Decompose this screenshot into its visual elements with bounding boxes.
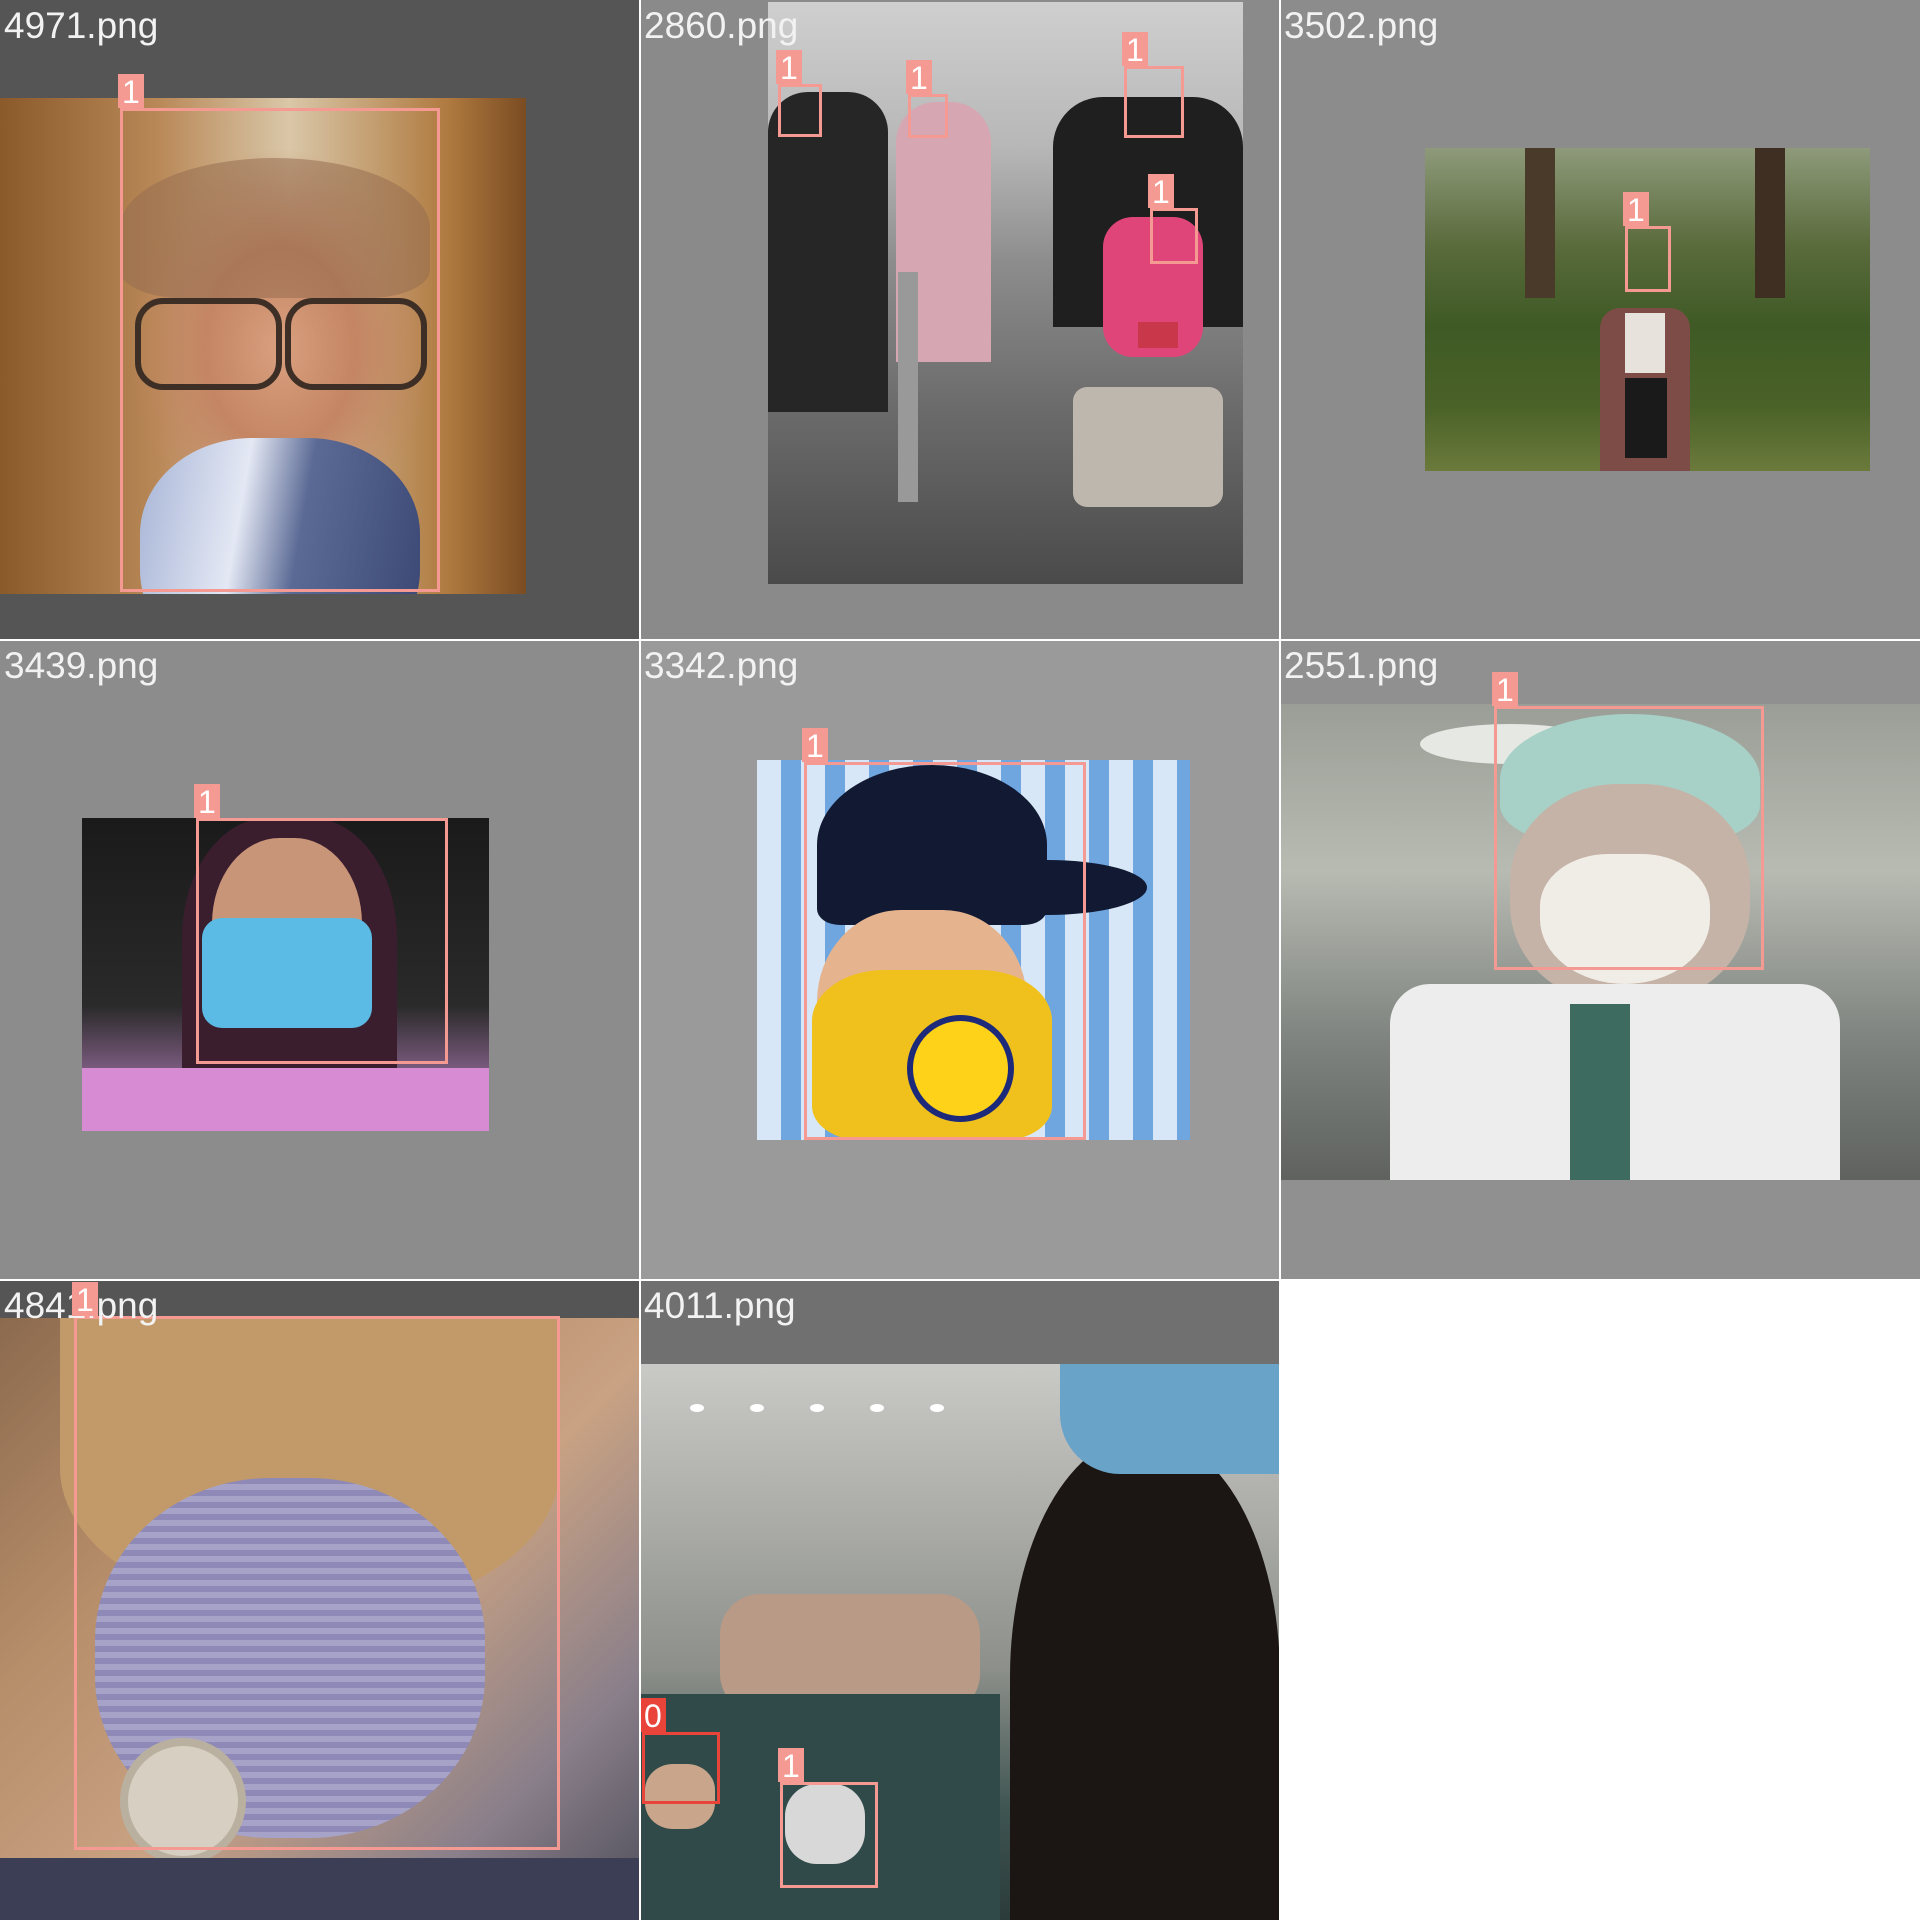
filename-label: 3502.png	[1284, 5, 1439, 46]
tile-2551: 2551.png 1	[1280, 640, 1920, 1280]
bbox-class-label: 1	[1148, 174, 1174, 210]
empty-tile	[1280, 1280, 1920, 1920]
bbox-class-label: 1	[1122, 32, 1148, 68]
tile-4971: 4971.png 1	[0, 0, 640, 640]
photo-airplane-cabin	[640, 1364, 1280, 1920]
tile-3439: 3439.png 1	[0, 640, 640, 1280]
bbox-class-1	[804, 762, 1086, 1140]
bbox-class-1	[74, 1316, 560, 1850]
bbox-class-1	[196, 818, 448, 1064]
tile-4841: 4841.png 1	[0, 1280, 640, 1920]
filename-label: 3342.png	[644, 645, 799, 686]
filename-label: 4971.png	[4, 5, 159, 46]
tile-3502: 3502.png 1	[1280, 0, 1920, 640]
bbox-class-1	[908, 94, 948, 138]
grid-divider	[0, 639, 1920, 641]
bbox-class-1	[120, 108, 440, 592]
bbox-class-label: 1	[776, 50, 802, 86]
bbox-class-1	[1124, 66, 1184, 138]
filename-label: 3439.png	[4, 645, 159, 686]
bbox-class-1	[1150, 208, 1198, 264]
bbox-class-label: 1	[72, 1282, 98, 1318]
bbox-class-1	[780, 1782, 878, 1888]
filename-label: 4011.png	[644, 1285, 796, 1326]
tile-3342: 3342.png 1	[640, 640, 1280, 1280]
tile-4011: 4011.png 0 1	[640, 1280, 1280, 1920]
bbox-class-label: 1	[194, 784, 220, 820]
bbox-class-1	[1625, 226, 1671, 292]
bbox-class-label: 1	[1623, 192, 1649, 228]
tile-2860: 2860.png 1 1 1 1	[640, 0, 1280, 640]
bbox-class-label: 1	[906, 60, 932, 96]
bbox-class-label: 1	[1492, 672, 1518, 708]
image-grid: 4971.png 1 2860.png 1 1 1 1 3502.png 1 3…	[0, 0, 1920, 1920]
bbox-class-1	[778, 84, 822, 137]
bbox-class-0	[642, 1732, 720, 1804]
grid-divider	[639, 0, 641, 1920]
filename-label: 2551.png	[1284, 645, 1439, 686]
bbox-class-label: 1	[118, 74, 144, 110]
bbox-class-label: 1	[778, 1748, 804, 1784]
filename-label: 2860.png	[644, 5, 799, 46]
bbox-class-label: 0	[640, 1698, 666, 1734]
grid-divider	[1279, 0, 1281, 1920]
grid-divider	[0, 1279, 1920, 1281]
bbox-class-1	[1494, 706, 1764, 970]
bbox-class-label: 1	[802, 728, 828, 764]
